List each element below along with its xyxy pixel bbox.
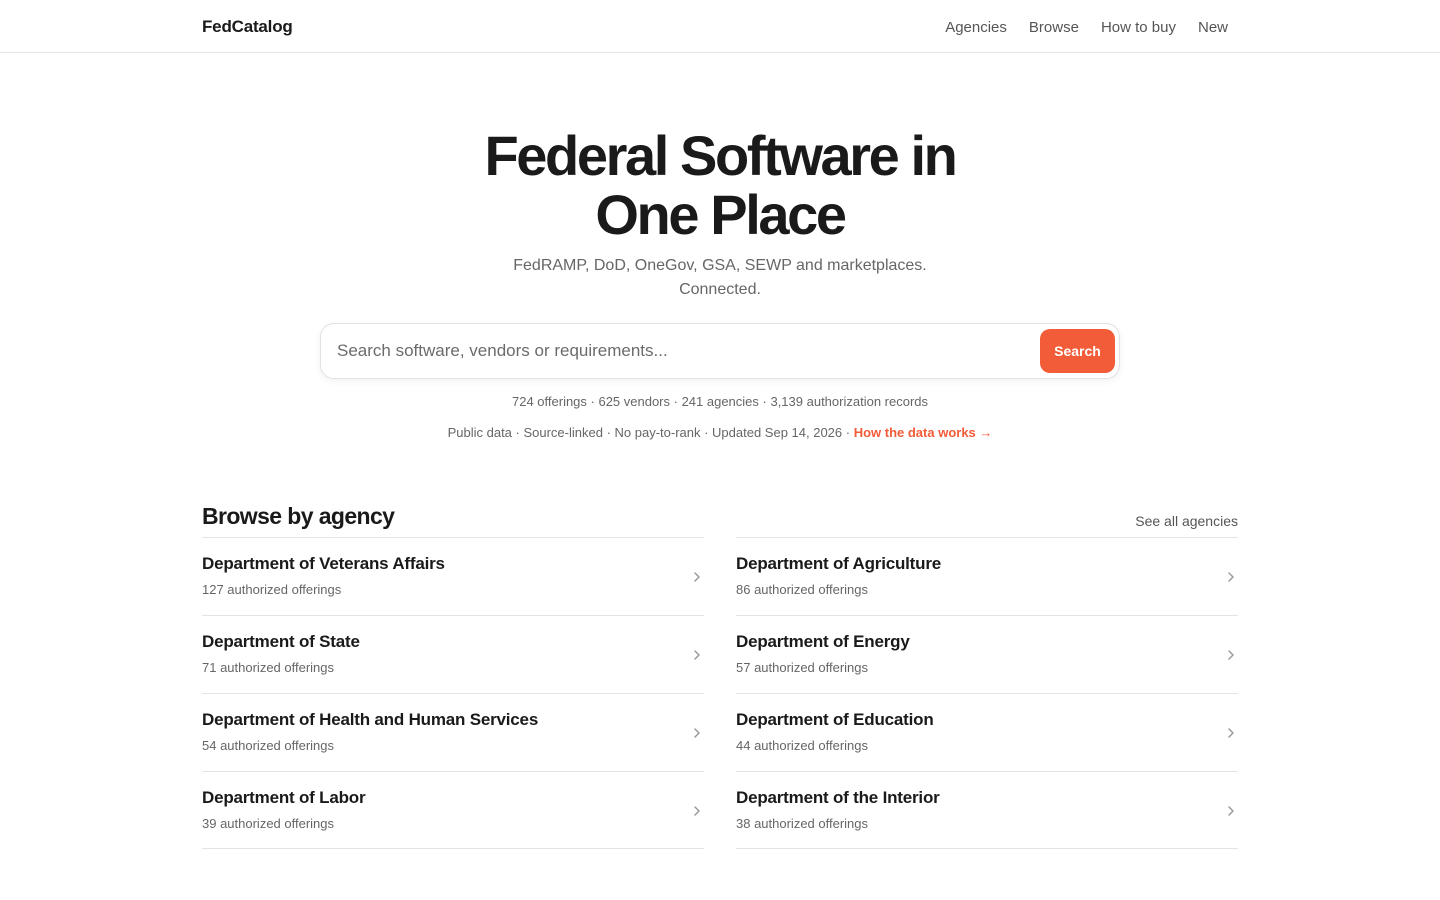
agency-name: Department of Labor: [202, 788, 366, 807]
agency-offering-count: 54 authorized offerings: [202, 738, 335, 753]
chevron-right-icon: [694, 572, 700, 582]
chevron-right-icon: [1228, 728, 1234, 738]
hero-subtitle-line-1: FedRAMP, DoD, OneGov, GSA, SEWP and mark…: [513, 257, 927, 274]
search-button[interactable]: Search: [1040, 329, 1115, 373]
nav-new[interactable]: New: [1198, 19, 1228, 36]
hero-title: Federal Software in One Place: [0, 126, 1440, 244]
agency-offering-count: 44 authorized offerings: [736, 738, 869, 753]
agency-name: Department of State: [202, 632, 360, 651]
chevron-right-icon: [1228, 650, 1234, 660]
agency-offering-count: 38 authorized offerings: [736, 816, 869, 831]
chevron-right-icon: [694, 650, 700, 660]
agency-name: Department of Veterans Affairs: [202, 554, 445, 573]
chevron-right-icon: [1228, 806, 1234, 816]
agency-name: Department of Health and Human Services: [202, 710, 539, 729]
agency-offering-count: 71 authorized offerings: [202, 660, 335, 675]
agency-row[interactable]: Department of Health and Human Services …: [202, 693, 704, 771]
agency-row[interactable]: Department of the Interior 38 authorized…: [736, 771, 1238, 849]
hero-subtitle: FedRAMP, DoD, OneGov, GSA, SEWP and mark…: [0, 254, 1440, 302]
agency-offering-count: 86 authorized offerings: [736, 582, 869, 597]
section-title: Browse by agency: [202, 503, 395, 529]
agency-row[interactable]: Department of Education 44 authorized of…: [736, 693, 1238, 771]
agency-row[interactable]: Department of Agriculture 86 authorized …: [736, 537, 1238, 615]
agency-offering-count: 127 authorized offerings: [202, 582, 342, 597]
data-info-text: Public data · Source-linked · No pay-to-…: [447, 425, 854, 440]
how-data-works-link[interactable]: How the data works →: [854, 425, 993, 440]
agency-name: Department of Energy: [736, 632, 910, 651]
hero-title-line-1: Federal Software in: [484, 124, 958, 187]
nav-how-to-buy[interactable]: How to buy: [1101, 19, 1176, 36]
agency-name: Department of Education: [736, 710, 934, 729]
agency-offering-count: 39 authorized offerings: [202, 816, 335, 831]
nav-agencies[interactable]: Agencies: [945, 19, 1007, 36]
agency-name: Department of Agriculture: [736, 554, 942, 573]
data-info-line: Public data · Source-linked · No pay-to-…: [0, 425, 1440, 440]
hero-title-line-2: One Place: [595, 183, 847, 246]
agency-list: Department of Veterans Affairs 127 autho…: [202, 537, 1238, 849]
agency-row[interactable]: Department of Veterans Affairs 127 autho…: [202, 537, 704, 615]
agency-offering-count: 57 authorized offerings: [736, 660, 869, 675]
search-bar: Search: [320, 323, 1120, 379]
see-all-agencies-link[interactable]: See all agencies: [1135, 513, 1238, 529]
agency-row[interactable]: Department of Energy 57 authorized offer…: [736, 615, 1238, 693]
top-bar: FedCatalog Agencies Browse How to buy Ne…: [0, 0, 1440, 53]
chevron-right-icon: [694, 728, 700, 738]
hero-subtitle-line-2: Connected.: [679, 281, 761, 298]
main-nav: Agencies Browse How to buy New: [945, 19, 1228, 36]
agency-row[interactable]: Department of Labor 39 authorized offeri…: [202, 771, 704, 849]
agency-row[interactable]: Department of State 71 authorized offeri…: [202, 615, 704, 693]
agency-name: Department of the Interior: [736, 788, 940, 807]
brand-logo[interactable]: FedCatalog: [202, 17, 293, 37]
catalog-stats: 724 offerings · 625 vendors · 241 agenci…: [511, 394, 929, 409]
nav-browse[interactable]: Browse: [1029, 19, 1079, 36]
chevron-right-icon: [1228, 572, 1234, 582]
search-input[interactable]: [337, 324, 1027, 378]
chevron-right-icon: [694, 806, 700, 816]
